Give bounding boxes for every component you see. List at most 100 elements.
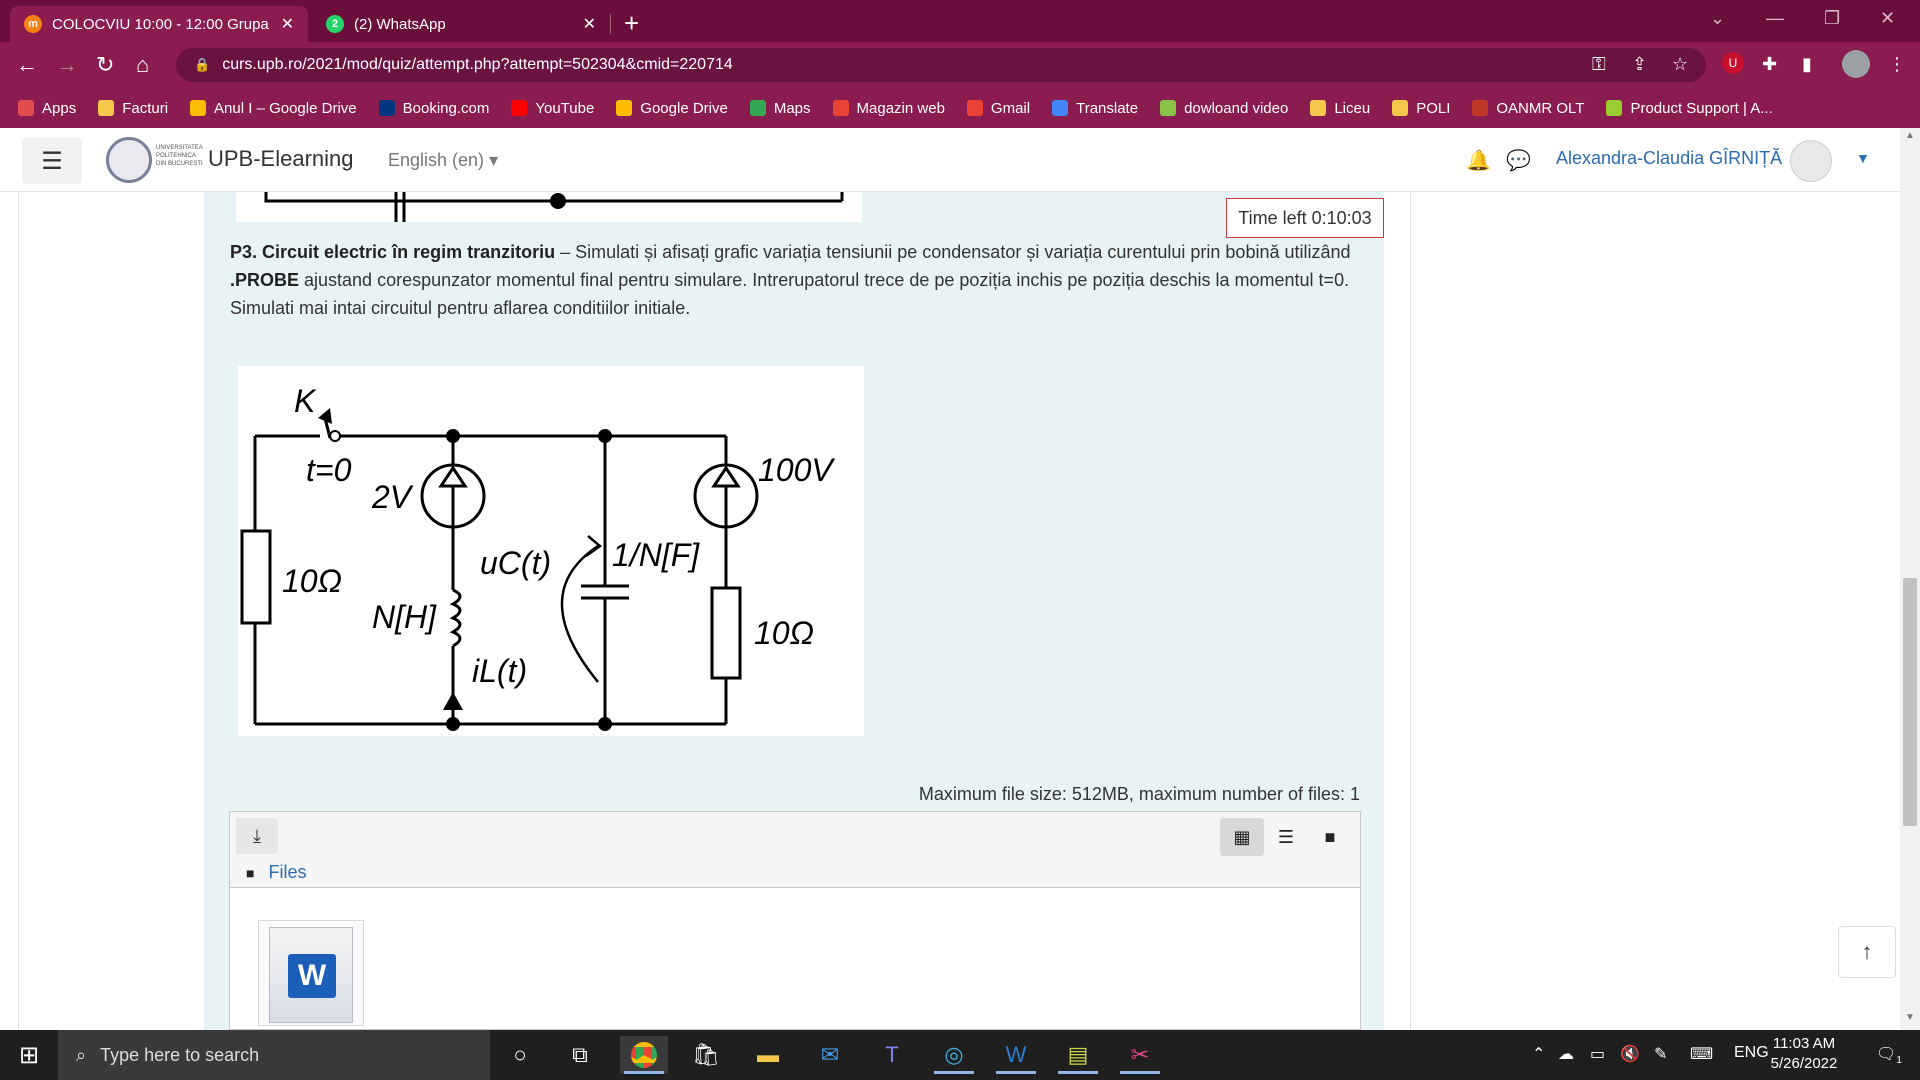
folder-icon — [98, 100, 115, 116]
chevron-up-icon[interactable]: ⌃ — [1532, 1044, 1545, 1064]
key-icon[interactable]: ⚿ — [1592, 54, 1606, 75]
download-icon[interactable]: ⤓ — [236, 818, 278, 854]
teams-icon[interactable]: T — [868, 1036, 916, 1074]
list-view-icon[interactable]: ☰ — [1264, 818, 1308, 856]
volume-muted-icon[interactable]: 🔇 — [1620, 1044, 1640, 1064]
share-icon[interactable]: ⇪ — [1632, 54, 1647, 75]
university-logo[interactable] — [106, 137, 152, 183]
close-tab-icon[interactable]: ✕ — [583, 14, 596, 34]
taskbar-search[interactable]: ⌕ Type here to search — [58, 1030, 490, 1080]
notifications-icon[interactable]: 🗨1 — [1876, 1044, 1902, 1066]
sync-app-icon[interactable]: ◎ — [930, 1036, 978, 1074]
download-icon — [1160, 100, 1177, 116]
hamburger-menu-icon[interactable]: ☰ — [22, 138, 82, 184]
bookmark-oanmr-olt[interactable]: OANMR OLT — [1472, 100, 1584, 117]
scroll-down-arrow[interactable]: ▼ — [1900, 1012, 1920, 1023]
home-icon[interactable]: ⌂ — [136, 52, 149, 78]
task-view-icon[interactable]: ⧉ — [556, 1036, 604, 1074]
snipping-tool-icon[interactable]: ✂ — [1116, 1036, 1164, 1074]
bookmark-apps[interactable]: Apps — [18, 100, 76, 117]
user-menu[interactable]: Alexandra-Claudia GÎRNIȚĂ — [1556, 148, 1782, 169]
circuit-app-icon[interactable]: ▤ — [1054, 1036, 1102, 1074]
max-file-size: Maximum file size: 512MB, maximum number… — [918, 784, 1360, 804]
caret-down-icon[interactable]: ▼ — [1856, 150, 1870, 166]
file-explorer-icon[interactable]: ▬ — [744, 1036, 792, 1074]
profile-extension-icon[interactable]: U — [1722, 52, 1744, 74]
tab-title: (2) WhatsApp — [354, 15, 446, 33]
site-navbar: ☰ UNIVERSITATEA POLITEHNICA DIN BUCUREȘT… — [0, 128, 1900, 192]
word-file[interactable]: W — [258, 920, 364, 1026]
tab-search-icon[interactable]: ⌄ — [1710, 8, 1725, 29]
apps-grid-icon — [18, 100, 34, 116]
bookmark-poli[interactable]: POLI — [1392, 100, 1450, 117]
reload-icon[interactable]: ↻ — [96, 52, 114, 78]
address-bar[interactable]: 🔒 curs.upb.ro/2021/mod/quiz/attempt.php?… — [176, 48, 1706, 82]
avatar-icon[interactable] — [1842, 50, 1870, 78]
clock[interactable]: 11:03 AM 5/26/2022 — [1756, 1034, 1852, 1074]
bookmark-gmail[interactable]: Gmail — [966, 100, 1030, 117]
store-icon[interactable]: 🛍 — [682, 1036, 730, 1074]
extensions-icon[interactable]: ✚ — [1762, 54, 1777, 75]
keyboard-icon[interactable]: ⌨ — [1690, 1044, 1713, 1064]
bookmark-youtube[interactable]: YouTube — [511, 100, 594, 117]
sidebar-icon[interactable]: ▮ — [1802, 54, 1812, 75]
grid-view-icon[interactable]: ▦ — [1220, 818, 1264, 856]
bookmark-product-support[interactable]: Product Support | A... — [1606, 100, 1773, 117]
browser-toolbar: ← → ↻ ⌂ 🔒 curs.upb.ro/2021/mod/quiz/atte… — [0, 42, 1920, 88]
bookmarks-bar: Apps Facturi Anul I – Google Drive Booki… — [0, 88, 1920, 128]
tab-title: COLOCVIU 10:00 - 12:00 Grupa 3 — [52, 15, 273, 33]
battery-icon[interactable]: ▭ — [1590, 1044, 1605, 1064]
label-inductor: N[H] — [372, 599, 437, 635]
site-name[interactable]: UPB-Elearning — [208, 146, 354, 172]
bookmark-translate[interactable]: Translate — [1052, 100, 1138, 117]
bookmark-maps[interactable]: Maps — [749, 100, 811, 117]
new-tab-button[interactable]: + — [624, 8, 639, 39]
word-icon[interactable]: W — [992, 1036, 1040, 1074]
file-manager-toolbar: ⤓ ▦ ☰ ■ ■ Files — [230, 812, 1360, 888]
avatar[interactable] — [1790, 140, 1832, 182]
tab-colocviu[interactable]: m COLOCVIU 10:00 - 12:00 Grupa 3 ✕ — [10, 6, 308, 42]
logo-text: UNIVERSITATEA POLITEHNICA DIN BUCUREȘTI — [156, 145, 203, 167]
label-source-2v: 2V — [371, 479, 414, 515]
chat-icon[interactable]: 💬 — [1506, 148, 1531, 173]
onedrive-icon[interactable]: ☁ — [1558, 1044, 1574, 1064]
bookmark-facturi[interactable]: Facturi — [98, 100, 168, 117]
bookmark-download-video[interactable]: dowloand video — [1160, 100, 1288, 117]
back-to-top-button[interactable]: ↑ — [1838, 926, 1896, 978]
mail-icon[interactable]: ✉ — [806, 1036, 854, 1074]
bookmark-booking[interactable]: Booking.com — [378, 100, 489, 117]
circuit-diagram: K t=0 2V 100V 10Ω 10Ω N[H] 1/N[F] uC(t) … — [238, 366, 864, 736]
label-resistor-left: 10Ω — [282, 563, 342, 599]
forward-icon[interactable]: → — [56, 52, 78, 78]
star-icon[interactable]: ☆ — [1672, 54, 1688, 75]
scrollbar[interactable]: ▲ ▼ — [1900, 128, 1920, 1030]
restore-icon[interactable]: ❐ — [1824, 8, 1840, 29]
booking-icon — [378, 100, 395, 116]
bookmark-liceu[interactable]: Liceu — [1310, 100, 1370, 117]
minimize-icon[interactable]: — — [1766, 8, 1784, 29]
windows-start-icon[interactable]: ⊞ — [0, 1030, 58, 1080]
bookmark-anul-i[interactable]: Anul I – Google Drive — [190, 100, 357, 117]
youtube-icon — [511, 100, 528, 116]
pen-icon[interactable]: ✎ — [1654, 1044, 1667, 1064]
folder-view-icon[interactable]: ■ — [1308, 818, 1352, 856]
close-tab-icon[interactable]: ✕ — [281, 14, 294, 34]
view-switcher: ▦ ☰ ■ — [1220, 818, 1352, 856]
menu-icon[interactable]: ⋮ — [1888, 54, 1906, 75]
chrome-icon[interactable] — [620, 1036, 668, 1074]
scrollbar-thumb[interactable] — [1903, 578, 1917, 826]
back-icon[interactable]: ← — [16, 52, 38, 78]
scroll-up-arrow[interactable]: ▲ — [1900, 130, 1920, 141]
site-icon — [1472, 100, 1489, 116]
tab-strip: m COLOCVIU 10:00 - 12:00 Grupa 3 ✕ 2 (2)… — [0, 0, 1920, 42]
close-window-icon[interactable]: ✕ — [1880, 8, 1895, 29]
tab-whatsapp[interactable]: 2 (2) WhatsApp ✕ — [312, 6, 610, 42]
tab-separator — [610, 14, 611, 34]
cortana-icon[interactable]: ○ — [496, 1036, 544, 1074]
bookmark-google-drive[interactable]: Google Drive — [616, 100, 728, 117]
language-selector[interactable]: English (en) ▾ — [388, 150, 498, 171]
label-capacitor: 1/N[F] — [612, 537, 700, 573]
bell-icon[interactable]: 🔔 — [1466, 148, 1491, 173]
files-breadcrumb[interactable]: ■ Files — [246, 862, 306, 883]
bookmark-magazin-web[interactable]: Magazin web — [832, 100, 945, 117]
